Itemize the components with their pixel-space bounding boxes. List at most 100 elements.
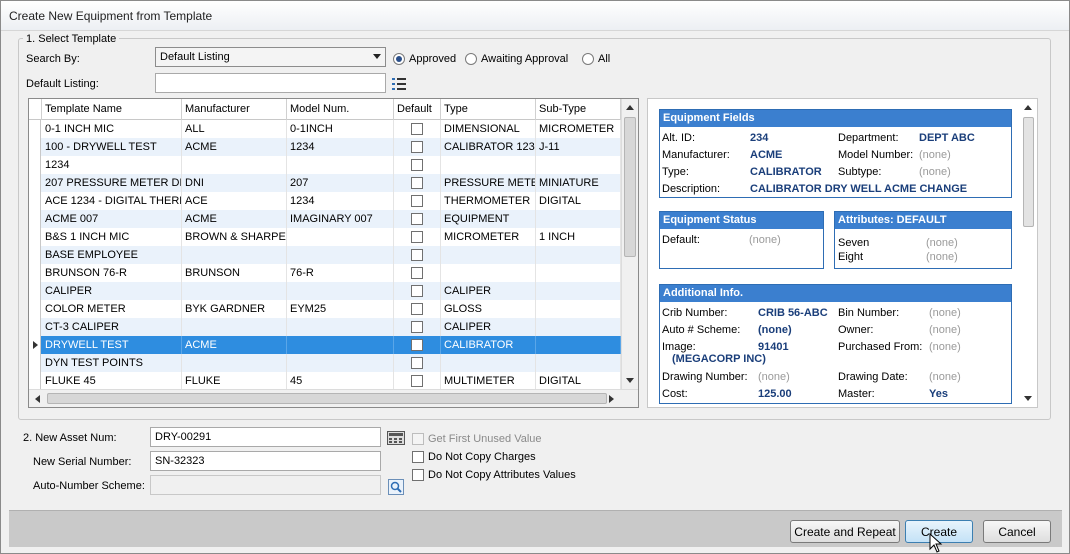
table-row[interactable]: BRUNSON 76-R BRUNSON 76-R (29, 264, 621, 282)
table-row[interactable]: 0-1 INCH MIC ALL 0-1INCH DIMENSIONAL MICROME… (29, 120, 621, 138)
cancel-button[interactable]: Cancel (983, 520, 1051, 543)
details-vertical-scrollbar[interactable] (1020, 99, 1037, 407)
default-checkbox[interactable] (411, 303, 423, 315)
table-row[interactable]: DRYWELL TEST ACME CALIBRATOR (29, 336, 621, 354)
cell-manufacturer (182, 282, 287, 300)
scroll-down-icon[interactable] (626, 378, 634, 383)
cell-default (394, 372, 441, 390)
create-and-repeat-button[interactable]: Create and Repeat (790, 520, 900, 543)
cell-model-num (287, 336, 394, 354)
grid-vscroll-thumb[interactable] (624, 117, 636, 257)
drawing-date-label: Drawing Date: (838, 371, 908, 383)
row-selector[interactable] (29, 156, 41, 174)
col-manufacturer[interactable]: Manufacturer (182, 99, 287, 120)
scroll-up-icon[interactable] (626, 105, 634, 110)
radio-approved-label: Approved (409, 53, 457, 65)
default-checkbox[interactable] (411, 123, 423, 135)
search-lookup-icon[interactable] (388, 479, 404, 495)
details-scroll-down-icon[interactable] (1024, 396, 1032, 401)
row-selector[interactable] (29, 372, 41, 390)
cell-template-name: ACE 1234 - DIGITAL THERMO (42, 192, 182, 210)
cell-template-name: FLUKE 45 (42, 372, 182, 390)
default-checkbox[interactable] (411, 375, 423, 387)
table-row[interactable]: ACE 1234 - DIGITAL THERMO ACE 1234 THERMOME… (29, 192, 621, 210)
col-template-name[interactable]: Template Name (42, 99, 182, 120)
row-selector[interactable] (29, 336, 41, 354)
default-checkbox[interactable] (411, 267, 423, 279)
table-row[interactable]: ACME 007 ACME IMAGINARY 007 EQUIPMENT (29, 210, 621, 228)
details-vscroll-thumb[interactable] (1023, 117, 1034, 227)
col-model-num[interactable]: Model Num. (287, 99, 394, 120)
default-checkbox[interactable] (411, 159, 423, 171)
grid-vertical-scrollbar[interactable] (621, 99, 638, 389)
auto-scheme-value: (none) (758, 324, 792, 336)
table-row[interactable]: DYN TEST POINTS (29, 354, 621, 372)
cell-model-num (287, 282, 394, 300)
cell-sub-type: MICROMETER (536, 120, 621, 138)
search-by-dropdown[interactable]: Default Listing (155, 47, 386, 67)
type-value: CALIBRATOR (750, 166, 822, 178)
default-listing-label: Default Listing: (26, 78, 99, 90)
row-selector[interactable] (29, 354, 41, 372)
row-selector[interactable] (29, 210, 41, 228)
row-selector[interactable] (29, 300, 41, 318)
cell-manufacturer: ACME (182, 336, 287, 354)
radio-all[interactable] (582, 53, 594, 65)
row-selector[interactable] (29, 138, 41, 156)
table-row[interactable]: BASE EMPLOYEE (29, 246, 621, 264)
serial-number-label: New Serial Number: (33, 456, 132, 468)
no-copy-charges-checkbox[interactable] (412, 451, 424, 463)
default-checkbox[interactable] (411, 321, 423, 333)
table-row[interactable]: 100 - DRYWELL TEST ACME 1234 CALIBRATOR 123… (29, 138, 621, 156)
table-row[interactable]: CALIPER CALIPER (29, 282, 621, 300)
calculator-icon[interactable] (387, 431, 405, 445)
scroll-left-icon[interactable] (35, 395, 40, 403)
row-selector[interactable] (29, 264, 41, 282)
template-grid[interactable]: Template Name Manufacturer Model Num. De… (28, 98, 639, 408)
default-checkbox[interactable] (411, 285, 423, 297)
auto-scheme-label: Auto # Scheme: (662, 324, 741, 336)
cell-type (441, 264, 536, 282)
table-row[interactable]: B&S 1 INCH MIC BROWN & SHARPE MICROMETER 1 … (29, 228, 621, 246)
col-sub-type[interactable]: Sub-Type (536, 99, 621, 120)
table-row[interactable]: FLUKE 45 FLUKE 45 MULTIMETER DIGITAL (29, 372, 621, 390)
cell-model-num: EYM25 (287, 300, 394, 318)
details-scroll-up-icon[interactable] (1024, 105, 1032, 110)
radio-awaiting-approval[interactable] (465, 53, 477, 65)
cell-type: MICROMETER (441, 228, 536, 246)
row-selector[interactable] (29, 318, 41, 336)
default-checkbox[interactable] (411, 141, 423, 153)
row-selector[interactable] (29, 246, 41, 264)
cell-template-name: 1234 (42, 156, 182, 174)
table-row[interactable]: 207 PRESSURE METER DNI DNI 207 PRESSURE MET… (29, 174, 621, 192)
cost-value: 125.00 (758, 388, 792, 400)
default-checkbox[interactable] (411, 231, 423, 243)
col-default[interactable]: Default (394, 99, 441, 120)
new-asset-input[interactable]: DRY-00291 (150, 427, 381, 447)
default-checkbox[interactable] (411, 339, 423, 351)
radio-approved[interactable] (393, 53, 405, 65)
table-row[interactable]: COLOR METER BYK GARDNER EYM25 GLOSS (29, 300, 621, 318)
default-checkbox[interactable] (411, 357, 423, 369)
no-copy-attributes-checkbox[interactable] (412, 469, 424, 481)
table-row[interactable]: CT-3 CALIPER CALIPER (29, 318, 621, 336)
row-selector[interactable] (29, 192, 41, 210)
row-selector[interactable] (29, 282, 41, 300)
list-icon[interactable] (391, 76, 407, 92)
cell-default (394, 246, 441, 264)
col-type[interactable]: Type (441, 99, 536, 120)
default-checkbox[interactable] (411, 195, 423, 207)
table-row[interactable]: 1234 (29, 156, 621, 174)
default-listing-input[interactable] (155, 73, 386, 93)
scroll-right-icon[interactable] (609, 395, 614, 403)
default-checkbox[interactable] (411, 177, 423, 189)
default-checkbox[interactable] (411, 249, 423, 261)
row-selector[interactable] (29, 120, 41, 138)
grid-hscroll-thumb[interactable] (47, 393, 607, 404)
row-selector[interactable] (29, 174, 41, 192)
grid-horizontal-scrollbar[interactable] (29, 389, 638, 407)
serial-number-input[interactable]: SN-32323 (150, 451, 381, 471)
row-selector[interactable] (29, 228, 41, 246)
default-checkbox[interactable] (411, 213, 423, 225)
get-first-unused-checkbox[interactable] (412, 433, 424, 445)
